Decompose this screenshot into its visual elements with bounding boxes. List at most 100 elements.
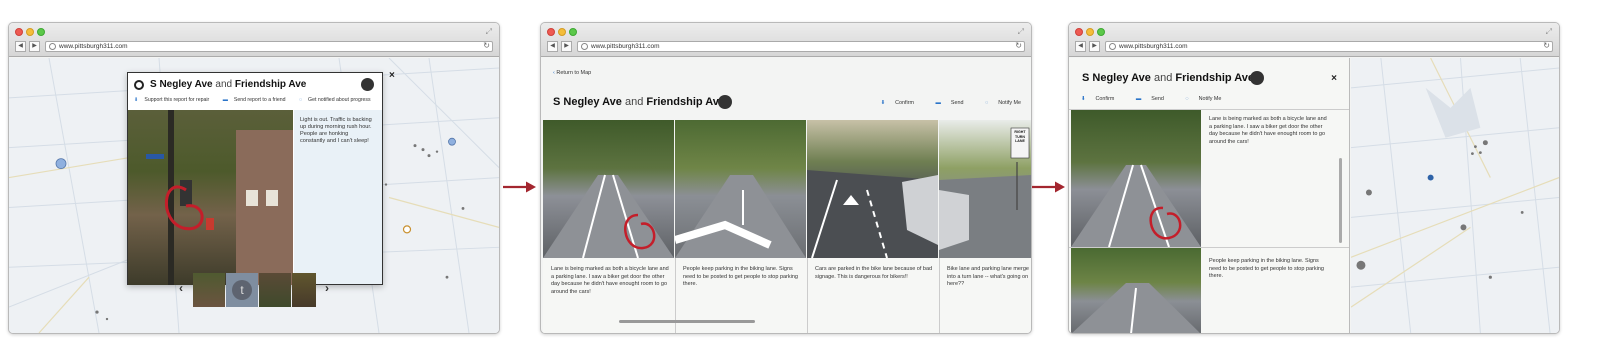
address-bar[interactable]: www.pittsburgh311.com ↻ — [577, 41, 1025, 52]
map-marker[interactable] — [1365, 189, 1372, 196]
report-photo[interactable]: RIGHT TURN LANE — [939, 120, 1031, 258]
city-map[interactable] — [1350, 58, 1559, 333]
notify-link[interactable]: ◌ Get notified about progress — [299, 97, 377, 103]
carousel-thumbnail[interactable]: t — [226, 273, 258, 307]
minimize-window-button[interactable] — [26, 28, 34, 36]
map-marker[interactable] — [413, 144, 417, 148]
report-photo[interactable] — [807, 120, 938, 258]
close-popup-button[interactable]: × — [389, 70, 395, 81]
support-link[interactable]: ⬇ Support this report for repair — [134, 97, 215, 103]
map-marker[interactable] — [105, 317, 109, 321]
map-marker[interactable] — [448, 137, 456, 146]
forward-button[interactable]: ▶ — [561, 41, 572, 52]
fullscreen-icon[interactable]: ⤢ — [1546, 27, 1552, 37]
fullscreen-icon[interactable]: ⤢ — [486, 27, 492, 37]
map-marker[interactable] — [1471, 152, 1474, 156]
reporter-avatar[interactable] — [1250, 71, 1264, 85]
map-marker[interactable] — [1478, 151, 1482, 155]
close-window-button[interactable] — [1075, 28, 1083, 36]
back-button[interactable]: ◀ — [547, 41, 558, 52]
reporter-avatar[interactable] — [361, 78, 374, 91]
map-marker[interactable] — [445, 275, 449, 279]
column-divider — [807, 258, 808, 333]
right-turn-lane-sign: RIGHT TURN LANE — [1014, 130, 1026, 143]
report-photo[interactable] — [1071, 248, 1201, 333]
photo-captions: Lane is being marked as both a bicycle l… — [543, 258, 1031, 333]
carousel-thumbnail[interactable] — [292, 273, 316, 307]
map-marker[interactable] — [1427, 174, 1434, 181]
report-description: Light is out. Traffic is backing up duri… — [300, 117, 372, 144]
report-title: S Negley Ave and Friendship Ave — [1082, 72, 1255, 84]
close-window-button[interactable] — [547, 28, 555, 36]
send-link[interactable]: ▬ Send report to a friend — [223, 97, 292, 103]
close-panel-button[interactable]: × — [1331, 73, 1337, 84]
map-marker[interactable] — [1520, 211, 1524, 214]
photo-caption: People keep parking in the biking lane. … — [1209, 258, 1324, 279]
photo-caption: Cars are parked in the bike lane because… — [815, 266, 933, 280]
globe-icon — [49, 43, 56, 50]
report-photo[interactable] — [128, 110, 293, 285]
back-button[interactable]: ◀ — [1075, 41, 1086, 52]
photo-caption: Lane is being marked as both a bicycle l… — [551, 266, 669, 295]
map-marker[interactable] — [461, 207, 465, 210]
map-marker[interactable] — [1356, 260, 1366, 270]
globe-icon — [581, 43, 588, 50]
bike-lane-photo — [543, 174, 674, 258]
photo-caption: Bike lane and parking lane merge into a … — [947, 266, 1029, 287]
browser-window-map-popup: ⤢ ◀ ▶ www.pittsburgh311.com ↻ S Negley A… — [8, 22, 500, 334]
map-marker[interactable] — [427, 154, 431, 158]
map-marker[interactable] — [402, 225, 412, 234]
map-marker[interactable] — [1482, 140, 1488, 146]
carousel-next-button[interactable]: › — [325, 281, 329, 295]
horizontal-scrollbar[interactable] — [619, 320, 755, 323]
map-marker[interactable] — [1488, 275, 1492, 279]
vertical-scrollbar[interactable] — [1339, 158, 1342, 243]
send-button[interactable]: ▬ Send — [1136, 96, 1174, 102]
report-photo[interactable] — [1071, 110, 1201, 248]
notify-button[interactable]: ◌ Notify Me — [1185, 96, 1231, 102]
send-button[interactable]: ▬ Send — [926, 100, 964, 106]
report-photo[interactable] — [543, 120, 674, 258]
report-description-panel: Light is out. Traffic is backing up duri… — [294, 110, 382, 284]
carousel-thumbnail[interactable] — [259, 273, 291, 307]
report-photo[interactable] — [675, 120, 806, 258]
parked-cars-photo — [807, 170, 938, 258]
close-window-button[interactable] — [15, 28, 23, 36]
confirm-button[interactable]: ⬇ Confirm — [871, 100, 914, 106]
reporter-avatar[interactable] — [718, 95, 732, 109]
return-to-map-link[interactable]: ‹ Return to Map — [553, 70, 591, 76]
report-side-panel: S Negley Ave and Friendship Ave × ⬇ Conf… — [1069, 58, 1350, 333]
forward-button[interactable]: ▶ — [1089, 41, 1100, 52]
zoom-window-button[interactable] — [1097, 28, 1105, 36]
zoom-window-button[interactable] — [569, 28, 577, 36]
fullscreen-icon[interactable]: ⤢ — [1018, 27, 1024, 37]
map-marker[interactable] — [1460, 224, 1467, 231]
photo-strip[interactable]: RIGHT TURN LANE — [543, 120, 1031, 258]
carousel-thumbnail[interactable] — [193, 273, 225, 307]
zoom-window-button[interactable] — [37, 28, 45, 36]
address-bar[interactable]: www.pittsburgh311.com ↻ — [1105, 41, 1553, 52]
map-marker[interactable] — [55, 158, 67, 169]
reload-icon[interactable]: ↻ — [1015, 41, 1022, 50]
map-marker[interactable] — [384, 183, 388, 186]
forward-button[interactable]: ▶ — [29, 41, 40, 52]
carousel-prev-button[interactable]: ‹ — [179, 281, 183, 295]
bike-lane-photo — [1072, 283, 1200, 333]
back-button[interactable]: ◀ — [15, 41, 26, 52]
notify-button[interactable]: ◌ Notify Me — [975, 100, 1021, 106]
minimize-window-button[interactable] — [1086, 28, 1094, 36]
map-marker[interactable] — [435, 150, 439, 153]
reload-icon[interactable]: ↻ — [483, 41, 490, 50]
map-marker[interactable] — [421, 148, 425, 152]
bell-icon: ◌ — [985, 100, 989, 106]
column-divider — [939, 258, 940, 333]
map-marker[interactable] — [1474, 145, 1477, 149]
popup-actions: ⬇ Support this report for repair ▬ Send re… — [134, 97, 376, 103]
map-marker[interactable] — [95, 310, 99, 314]
traffic-light-photo — [146, 110, 293, 285]
browser-window-report-page: ⤢ ◀ ▶ www.pittsburgh311.com ↻ ‹ Return t… — [540, 22, 1032, 334]
confirm-button[interactable]: ⬇ Confirm — [1081, 96, 1124, 102]
reload-icon[interactable]: ↻ — [1543, 41, 1550, 50]
minimize-window-button[interactable] — [558, 28, 566, 36]
address-bar[interactable]: www.pittsburgh311.com ↻ — [45, 41, 493, 52]
